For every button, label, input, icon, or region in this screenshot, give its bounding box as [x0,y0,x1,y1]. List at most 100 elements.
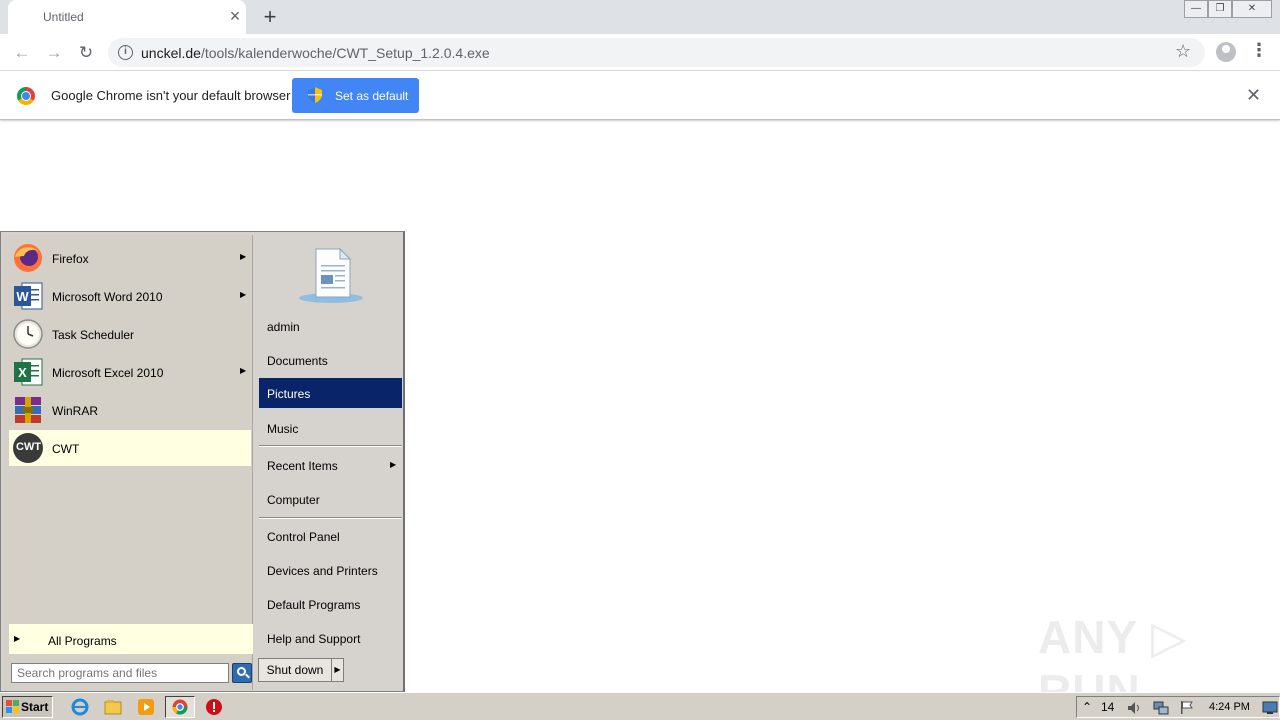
url-text[interactable]: unckel.de/tools/kalenderwoche/CWT_Setup_… [141,45,490,61]
set-as-default-label: Set as default [335,89,409,103]
tab-untitled[interactable]: Untitled × [8,0,246,34]
separator [259,445,402,447]
submenu-arrow-icon: ▶ [240,252,247,261]
documents-user-icon [299,247,363,303]
restore-button[interactable]: ❐ [1208,0,1232,18]
place-help-and-support[interactable]: Help and Support [259,623,402,653]
program-label: CWT [52,442,80,456]
address-bar[interactable]: i unckel.de/tools/kalenderwoche/CWT_Setu… [108,38,1205,67]
place-admin[interactable]: admin [259,311,402,341]
place-label: Help and Support [267,632,361,646]
start-search-input[interactable] [11,663,229,683]
place-computer[interactable]: Computer [259,484,402,514]
action-center-flag-icon[interactable] [1179,700,1195,715]
start-menu-places-pane: admin Documents Pictures Music Recent It… [256,235,404,690]
url-host: unckel.de [141,45,201,61]
windows-flag-icon [6,700,19,713]
bookmark-star-icon[interactable]: ☆ [1175,41,1191,62]
system-tray: ⌃ 14 4:24 PM [1076,696,1280,718]
info-icon[interactable]: i [118,45,133,60]
default-browser-infobar: Google Chrome isn't your default browser… [0,71,1280,120]
taskbar: Start ⌃ 14 4:24 PM [0,692,1280,720]
place-control-panel[interactable]: Control Panel [259,521,402,551]
place-pictures[interactable]: Pictures [259,378,402,408]
separator [259,517,402,519]
svg-text:X: X [18,365,27,380]
internet-explorer-icon[interactable] [71,698,89,716]
uac-shield-icon [308,87,322,103]
excel-icon: X [14,358,43,386]
all-programs-button[interactable]: ▶ All Programs [9,624,253,654]
start-button[interactable]: Start [2,696,53,718]
place-documents[interactable]: Documents [259,345,402,375]
program-item-task-scheduler[interactable]: Task Scheduler [9,316,251,352]
window-close-button[interactable]: ✕ [1232,0,1272,18]
shutdown-button[interactable]: Shut down [258,658,332,682]
url-path: /tools/kalenderwoche/CWT_Setup_1.2.0.4.e… [200,45,490,61]
submenu-arrow-icon: ▶ [240,290,247,299]
program-label: Microsoft Excel 2010 [52,366,164,380]
place-label: Default Programs [267,598,361,612]
svg-text:W: W [16,289,29,304]
browser-toolbar: ← → ↻ i unckel.de/tools/kalenderwoche/CW… [0,34,1280,71]
program-item-cwt[interactable]: CWT CWT [9,430,251,466]
taskbar-chrome-button[interactable] [165,696,195,718]
back-button[interactable]: ← [8,39,36,67]
taskbar-clock[interactable]: 4:24 PM [1209,701,1250,713]
place-label: Documents [267,354,328,368]
new-tab-button[interactable]: + [257,4,283,30]
infobar-close-icon[interactable]: ✕ [1246,85,1261,106]
word-icon: W [14,282,43,310]
program-label: Task Scheduler [52,328,135,342]
all-programs-label: All Programs [48,634,117,648]
tray-expand-icon[interactable]: ⌃ [1082,700,1092,714]
program-item-winrar[interactable]: WinRAR [9,392,251,428]
minimize-button[interactable]: — [1184,0,1208,18]
place-label: Pictures [267,387,311,401]
cwt-icon-text: CWT [16,441,42,453]
submenu-arrow-icon: ▶ [240,366,247,375]
place-devices-and-printers[interactable]: Devices and Printers [259,555,402,585]
place-label: Devices and Printers [267,564,378,578]
reload-button[interactable]: ↻ [72,39,100,67]
clock-icon [13,319,43,349]
place-label: admin [267,320,300,334]
place-recent-items[interactable]: Recent Items ▶ [259,450,402,480]
volume-icon[interactable] [1127,701,1143,715]
search-icon-handle [245,673,250,679]
program-item-firefox[interactable]: Firefox ▶ [9,240,251,276]
place-label: Music [267,422,299,436]
show-desktop-icon[interactable] [1262,701,1278,715]
program-item-excel[interactable]: X Microsoft Excel 2010 ▶ [9,354,251,390]
start-search-row [8,660,253,686]
profile-avatar-icon[interactable] [1216,42,1236,62]
shutdown-options-arrow[interactable]: ▶ [331,658,344,682]
tab-close-icon[interactable]: × [225,6,245,26]
start-search-button[interactable] [232,663,252,683]
start-label: Start [21,700,49,714]
program-item-word[interactable]: W Microsoft Word 2010 ▶ [9,278,251,314]
chrome-icon [172,699,188,715]
program-label: Microsoft Word 2010 [52,290,163,304]
place-default-programs[interactable]: Default Programs [259,589,402,619]
start-menu: Firefox ▶ W Microsoft Word 2010 ▶ Task S… [0,231,405,692]
media-player-icon[interactable] [137,698,155,716]
program-label: Firefox [52,252,89,266]
winrar-icon [15,397,41,423]
place-label: Recent Items [267,459,338,473]
infobar-message: Google Chrome isn't your default browser [51,88,291,103]
forward-button[interactable]: → [40,39,68,67]
firefox-icon [14,244,42,272]
submenu-arrow-icon: ▶ [390,460,397,469]
place-label: Computer [267,493,320,507]
chrome-menu-icon[interactable]: ⋮ [1250,40,1268,61]
tab-title: Untitled [43,10,84,24]
place-label: Control Panel [267,530,340,544]
opera-icon[interactable] [205,698,223,716]
chrome-logo-icon [17,87,35,105]
place-music[interactable]: Music [259,413,402,443]
set-as-default-button[interactable]: Set as default [292,78,419,113]
file-explorer-icon[interactable] [104,698,122,716]
network-icon[interactable] [1153,701,1169,715]
tray-number[interactable]: 14 [1101,700,1114,714]
